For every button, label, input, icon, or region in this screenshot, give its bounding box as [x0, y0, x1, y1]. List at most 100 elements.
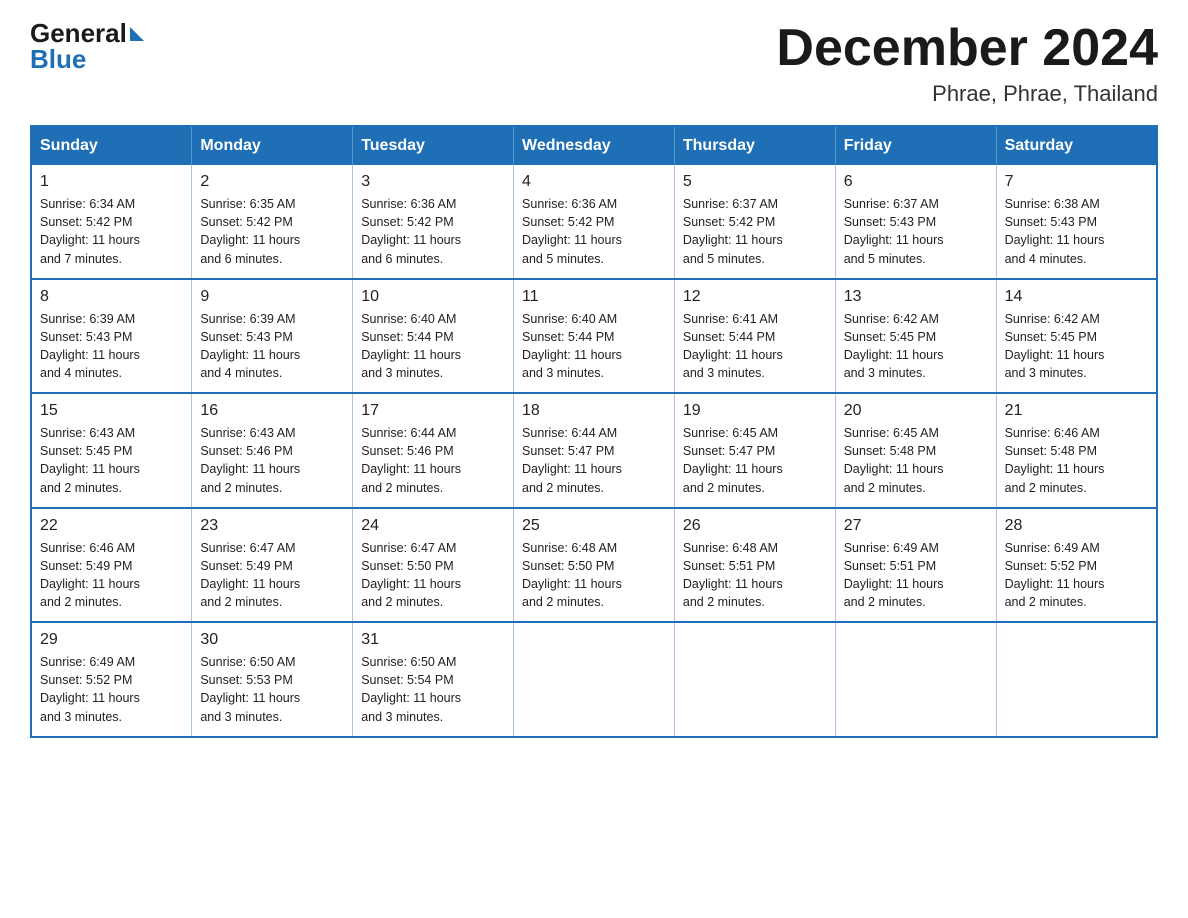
day-info: Sunrise: 6:44 AMSunset: 5:47 PMDaylight:… — [522, 424, 666, 497]
header-saturday: Saturday — [996, 126, 1157, 165]
calendar-cell: 31 Sunrise: 6:50 AMSunset: 5:54 PMDayligh… — [353, 622, 514, 737]
day-info: Sunrise: 6:42 AMSunset: 5:45 PMDaylight:… — [1005, 310, 1148, 383]
day-number: 22 — [40, 517, 183, 535]
header-row: SundayMondayTuesdayWednesdayThursdayFrid… — [31, 126, 1157, 165]
day-number: 23 — [200, 517, 344, 535]
calendar-cell: 10 Sunrise: 6:40 AMSunset: 5:44 PMDayligh… — [353, 279, 514, 394]
day-number: 3 — [361, 173, 505, 191]
calendar-cell: 13 Sunrise: 6:42 AMSunset: 5:45 PMDayligh… — [835, 279, 996, 394]
calendar-cell: 14Sunrise: 6:42 AMSunset: 5:45 PMDayligh… — [996, 279, 1157, 394]
day-number: 28 — [1005, 517, 1148, 535]
day-number: 15 — [40, 402, 183, 420]
calendar-cell: 29Sunrise: 6:49 AMSunset: 5:52 PMDayligh… — [31, 622, 192, 737]
day-number: 27 — [844, 517, 988, 535]
calendar-cell: 4 Sunrise: 6:36 AMSunset: 5:42 PMDaylight… — [514, 165, 675, 279]
day-info: Sunrise: 6:49 AMSunset: 5:52 PMDaylight:… — [40, 653, 183, 726]
logo-arrow-icon — [130, 27, 144, 41]
day-number: 9 — [200, 288, 344, 306]
day-info: Sunrise: 6:38 AMSunset: 5:43 PMDaylight:… — [1005, 195, 1148, 268]
calendar-cell: 18Sunrise: 6:44 AMSunset: 5:47 PMDayligh… — [514, 393, 675, 508]
header-tuesday: Tuesday — [353, 126, 514, 165]
calendar-header: SundayMondayTuesdayWednesdayThursdayFrid… — [31, 126, 1157, 165]
day-info: Sunrise: 6:39 AMSunset: 5:43 PMDaylight:… — [40, 310, 183, 383]
calendar-cell: 21 Sunrise: 6:46 AMSunset: 5:48 PMDayligh… — [996, 393, 1157, 508]
day-number: 31 — [361, 631, 505, 649]
calendar-cell: 3 Sunrise: 6:36 AMSunset: 5:42 PMDaylight… — [353, 165, 514, 279]
day-number: 10 — [361, 288, 505, 306]
calendar-cell: 6 Sunrise: 6:37 AMSunset: 5:43 PMDaylight… — [835, 165, 996, 279]
day-info: Sunrise: 6:40 AMSunset: 5:44 PMDaylight:… — [361, 310, 505, 383]
day-info: Sunrise: 6:37 AMSunset: 5:42 PMDaylight:… — [683, 195, 827, 268]
calendar-cell: 12 Sunrise: 6:41 AMSunset: 5:44 PMDayligh… — [674, 279, 835, 394]
day-number: 13 — [844, 288, 988, 306]
header-sunday: Sunday — [31, 126, 192, 165]
day-info: Sunrise: 6:39 AMSunset: 5:43 PMDaylight:… — [200, 310, 344, 383]
logo: General Blue — [30, 20, 144, 75]
calendar-cell: 17 Sunrise: 6:44 AMSunset: 5:46 PMDayligh… — [353, 393, 514, 508]
day-info: Sunrise: 6:43 AMSunset: 5:45 PMDaylight:… — [40, 424, 183, 497]
day-info: Sunrise: 6:49 AMSunset: 5:52 PMDaylight:… — [1005, 539, 1148, 612]
day-number: 21 — [1005, 402, 1148, 420]
day-number: 25 — [522, 517, 666, 535]
day-info: Sunrise: 6:48 AMSunset: 5:51 PMDaylight:… — [683, 539, 827, 612]
day-number: 7 — [1005, 173, 1148, 191]
calendar-cell: 15 Sunrise: 6:43 AMSunset: 5:45 PMDayligh… — [31, 393, 192, 508]
day-number: 17 — [361, 402, 505, 420]
week-row-4: 22Sunrise: 6:46 AMSunset: 5:49 PMDayligh… — [31, 508, 1157, 623]
day-info: Sunrise: 6:41 AMSunset: 5:44 PMDaylight:… — [683, 310, 827, 383]
calendar-cell: 26 Sunrise: 6:48 AMSunset: 5:51 PMDayligh… — [674, 508, 835, 623]
day-number: 11 — [522, 288, 666, 306]
calendar-cell — [996, 622, 1157, 737]
day-number: 8 — [40, 288, 183, 306]
day-info: Sunrise: 6:47 AMSunset: 5:50 PMDaylight:… — [361, 539, 505, 612]
calendar-cell: 7 Sunrise: 6:38 AMSunset: 5:43 PMDaylight… — [996, 165, 1157, 279]
week-row-5: 29Sunrise: 6:49 AMSunset: 5:52 PMDayligh… — [31, 622, 1157, 737]
calendar-cell: 2 Sunrise: 6:35 AMSunset: 5:42 PMDaylight… — [192, 165, 353, 279]
day-info: Sunrise: 6:40 AMSunset: 5:44 PMDaylight:… — [522, 310, 666, 383]
day-info: Sunrise: 6:35 AMSunset: 5:42 PMDaylight:… — [200, 195, 344, 268]
day-number: 26 — [683, 517, 827, 535]
calendar-cell: 1 Sunrise: 6:34 AMSunset: 5:42 PMDaylight… — [31, 165, 192, 279]
day-info: Sunrise: 6:42 AMSunset: 5:45 PMDaylight:… — [844, 310, 988, 383]
day-number: 12 — [683, 288, 827, 306]
calendar-cell: 8 Sunrise: 6:39 AMSunset: 5:43 PMDaylight… — [31, 279, 192, 394]
calendar-cell: 25 Sunrise: 6:48 AMSunset: 5:50 PMDayligh… — [514, 508, 675, 623]
week-row-3: 15 Sunrise: 6:43 AMSunset: 5:45 PMDayligh… — [31, 393, 1157, 508]
day-number: 30 — [200, 631, 344, 649]
day-info: Sunrise: 6:48 AMSunset: 5:50 PMDaylight:… — [522, 539, 666, 612]
header-wednesday: Wednesday — [514, 126, 675, 165]
calendar-title: December 2024 — [776, 20, 1158, 77]
day-info: Sunrise: 6:46 AMSunset: 5:48 PMDaylight:… — [1005, 424, 1148, 497]
day-info: Sunrise: 6:45 AMSunset: 5:47 PMDaylight:… — [683, 424, 827, 497]
calendar-cell — [835, 622, 996, 737]
calendar-cell: 5 Sunrise: 6:37 AMSunset: 5:42 PMDaylight… — [674, 165, 835, 279]
day-info: Sunrise: 6:36 AMSunset: 5:42 PMDaylight:… — [522, 195, 666, 268]
calendar-cell: 28 Sunrise: 6:49 AMSunset: 5:52 PMDayligh… — [996, 508, 1157, 623]
week-row-2: 8 Sunrise: 6:39 AMSunset: 5:43 PMDaylight… — [31, 279, 1157, 394]
day-info: Sunrise: 6:49 AMSunset: 5:51 PMDaylight:… — [844, 539, 988, 612]
day-info: Sunrise: 6:50 AMSunset: 5:54 PMDaylight:… — [361, 653, 505, 726]
header-thursday: Thursday — [674, 126, 835, 165]
calendar-cell: 30Sunrise: 6:50 AMSunset: 5:53 PMDayligh… — [192, 622, 353, 737]
calendar-cell: 22Sunrise: 6:46 AMSunset: 5:49 PMDayligh… — [31, 508, 192, 623]
day-info: Sunrise: 6:36 AMSunset: 5:42 PMDaylight:… — [361, 195, 505, 268]
calendar-cell: 16Sunrise: 6:43 AMSunset: 5:46 PMDayligh… — [192, 393, 353, 508]
calendar-cell — [674, 622, 835, 737]
day-number: 2 — [200, 173, 344, 191]
day-number: 5 — [683, 173, 827, 191]
day-info: Sunrise: 6:34 AMSunset: 5:42 PMDaylight:… — [40, 195, 183, 268]
logo-blue-text: Blue — [30, 44, 86, 75]
calendar-cell: 20Sunrise: 6:45 AMSunset: 5:48 PMDayligh… — [835, 393, 996, 508]
week-row-1: 1 Sunrise: 6:34 AMSunset: 5:42 PMDaylight… — [31, 165, 1157, 279]
calendar-cell: 11 Sunrise: 6:40 AMSunset: 5:44 PMDayligh… — [514, 279, 675, 394]
calendar-subtitle: Phrae, Phrae, Thailand — [776, 81, 1158, 107]
day-number: 1 — [40, 173, 183, 191]
day-number: 6 — [844, 173, 988, 191]
day-number: 4 — [522, 173, 666, 191]
day-info: Sunrise: 6:44 AMSunset: 5:46 PMDaylight:… — [361, 424, 505, 497]
day-info: Sunrise: 6:37 AMSunset: 5:43 PMDaylight:… — [844, 195, 988, 268]
calendar-cell: 23 Sunrise: 6:47 AMSunset: 5:49 PMDayligh… — [192, 508, 353, 623]
day-info: Sunrise: 6:47 AMSunset: 5:49 PMDaylight:… — [200, 539, 344, 612]
calendar-table: SundayMondayTuesdayWednesdayThursdayFrid… — [30, 125, 1158, 738]
calendar-cell — [514, 622, 675, 737]
